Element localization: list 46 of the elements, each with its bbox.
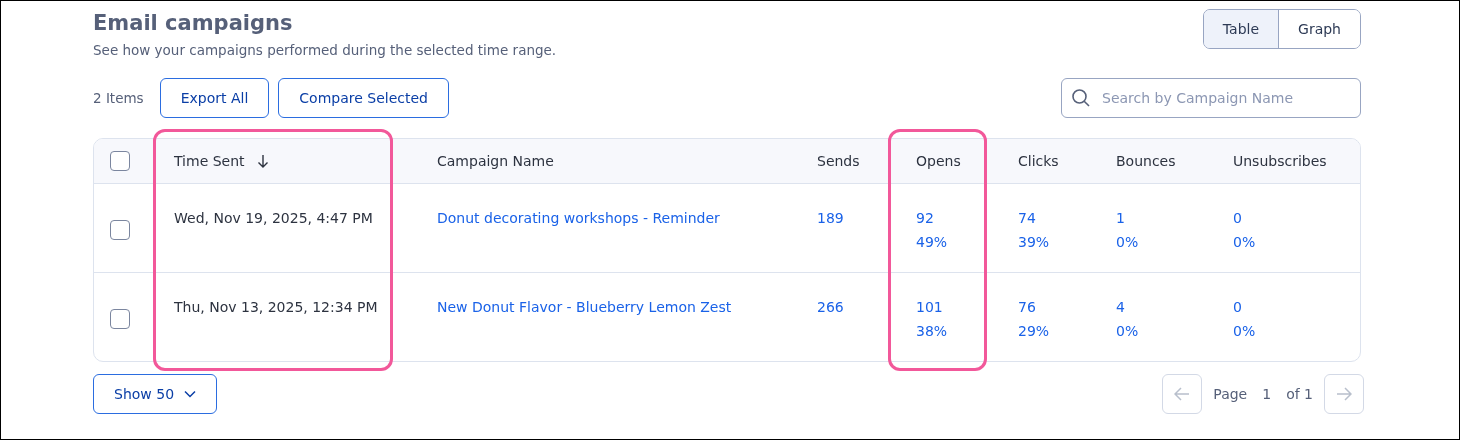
column-header[interactable]: Clicks: [1018, 152, 1059, 169]
page-total: of 1: [1286, 384, 1313, 404]
rate-link[interactable]: 39%: [1018, 229, 1099, 254]
rate-link[interactable]: 0%: [1116, 318, 1214, 343]
chevron-down-icon: [184, 390, 197, 399]
left-arrow-icon: [1174, 387, 1191, 402]
rate-link[interactable]: 49%: [916, 229, 986, 254]
checkbox[interactable]: [110, 151, 130, 171]
table-cell-text: Wed, Nov 19, 2025, 4:47 PM: [174, 208, 374, 228]
cell-link[interactable]: 0: [1233, 294, 1359, 319]
page-number: 1: [1262, 384, 1272, 404]
cell-link[interactable]: 76: [1018, 294, 1099, 319]
action-button[interactable]: Export All: [159, 78, 270, 119]
rate-link[interactable]: 0%: [1233, 318, 1359, 343]
rate-link[interactable]: 0%: [1116, 229, 1214, 254]
cell-link[interactable]: Donut decorating workshops - Reminder: [437, 205, 799, 230]
cell-link[interactable]: New Donut Flavor - Blueberry Lemon Zest: [437, 294, 799, 319]
cell-link[interactable]: 101: [916, 294, 986, 319]
page-size-dropdown[interactable]: Show 50: [93, 374, 218, 415]
right-arrow-icon: [1336, 387, 1352, 402]
checkbox[interactable]: [110, 308, 130, 329]
cell-link[interactable]: 0: [1233, 205, 1359, 230]
column-header[interactable]: Opens: [916, 152, 961, 169]
table-cell-text: Thu, Nov 13, 2025, 12:34 PM: [174, 297, 379, 317]
item-count: 2 Items: [93, 89, 144, 109]
cell-link[interactable]: 4: [1116, 294, 1214, 319]
cell-link[interactable]: 92: [916, 205, 986, 230]
cell-link[interactable]: 266: [817, 294, 889, 319]
cell-link[interactable]: 74: [1018, 205, 1099, 230]
view-tab[interactable]: Graph: [1278, 10, 1360, 48]
page-subtitle: See how your campaigns performed during the selected time range.: [93, 41, 557, 60]
search-field[interactable]: Search by Campaign Name: [1061, 78, 1361, 119]
cell-link[interactable]: 189: [817, 205, 889, 230]
action-button[interactable]: Compare Selected: [278, 78, 449, 119]
rate-link[interactable]: 38%: [916, 318, 986, 343]
checkbox[interactable]: [110, 219, 130, 240]
column-header[interactable]: Time Sent: [174, 152, 245, 169]
column-header[interactable]: Campaign Name: [437, 152, 554, 169]
rate-link[interactable]: 0%: [1233, 229, 1359, 254]
cell-link[interactable]: 1: [1116, 205, 1214, 230]
page-title: Email campaigns: [93, 10, 294, 37]
rate-link[interactable]: 29%: [1018, 318, 1099, 343]
column-header[interactable]: Bounces: [1116, 152, 1176, 169]
view-tab[interactable]: Table: [1203, 10, 1279, 48]
column-header[interactable]: Sends: [817, 152, 860, 169]
page-label: Page: [1213, 384, 1248, 404]
